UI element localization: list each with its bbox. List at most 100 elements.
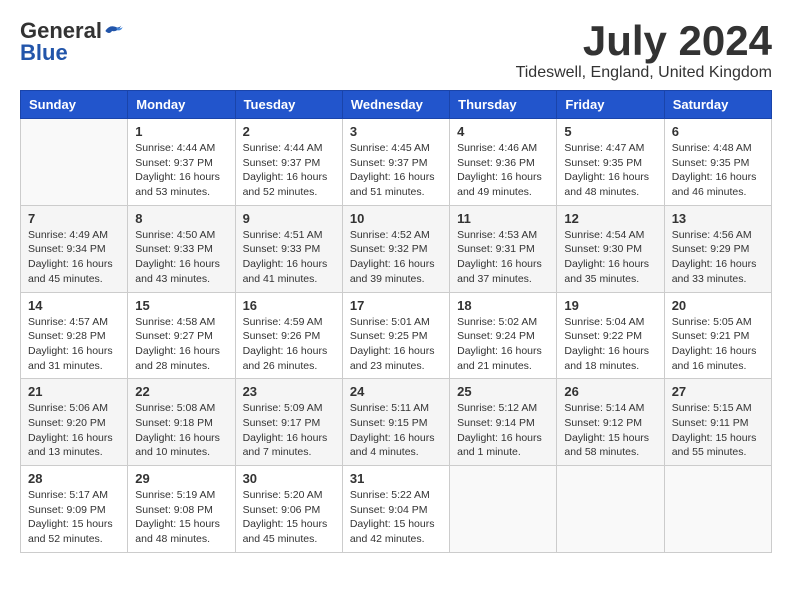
cell-content: Sunrise: 5:19 AM Sunset: 9:08 PM Dayligh…: [135, 488, 227, 547]
day-number: 7: [28, 211, 120, 226]
calendar-cell: 17Sunrise: 5:01 AM Sunset: 9:25 PM Dayli…: [342, 292, 449, 379]
calendar-cell: 9 Sunrise: 4:51 AM Sunset: 9:33 PM Daylig…: [235, 205, 342, 292]
cell-content: Sunrise: 5:01 AM Sunset: 9:25 PM Dayligh…: [350, 315, 442, 374]
calendar-week-3: 14Sunrise: 4:57 AM Sunset: 9:28 PM Dayli…: [21, 292, 772, 379]
calendar-cell: [557, 466, 664, 553]
calendar-cell: 20 Sunrise: 5:05 AM Sunset: 9:21 PM Dayli…: [664, 292, 771, 379]
cell-content: Sunrise: 5:11 AM Sunset: 9:15 PM Dayligh…: [350, 401, 442, 460]
day-number: 16: [243, 298, 335, 313]
cell-content: Sunrise: 4:45 AM Sunset: 9:37 PM Dayligh…: [350, 141, 442, 200]
cell-content: Sunrise: 4:44 AM Sunset: 9:37 PM Dayligh…: [135, 141, 227, 200]
calendar-cell: 29 Sunrise: 5:19 AM Sunset: 9:08 PM Dayli…: [128, 466, 235, 553]
day-number: 18: [457, 298, 549, 313]
cell-content: Sunrise: 5:06 AM Sunset: 9:20 PM Dayligh…: [28, 401, 120, 460]
logo: General Blue: [20, 20, 124, 64]
day-number: 26: [564, 384, 656, 399]
calendar-cell: 8Sunrise: 4:50 AM Sunset: 9:33 PM Daylig…: [128, 205, 235, 292]
day-number: 3: [350, 124, 442, 139]
calendar-cell: 3 Sunrise: 4:45 AM Sunset: 9:37 PM Daylig…: [342, 119, 449, 206]
calendar-cell: 26 Sunrise: 5:14 AM Sunset: 9:12 PM Dayli…: [557, 379, 664, 466]
cell-content: Sunrise: 4:51 AM Sunset: 9:33 PM Dayligh…: [243, 228, 335, 287]
cell-content: Sunrise: 5:14 AM Sunset: 9:12 PM Dayligh…: [564, 401, 656, 460]
cell-content: Sunrise: 5:22 AM Sunset: 9:04 PM Dayligh…: [350, 488, 442, 547]
calendar-cell: 6Sunrise: 4:48 AM Sunset: 9:35 PM Daylig…: [664, 119, 771, 206]
cell-content: Sunrise: 5:04 AM Sunset: 9:22 PM Dayligh…: [564, 315, 656, 374]
calendar-cell: 13Sunrise: 4:56 AM Sunset: 9:29 PM Dayli…: [664, 205, 771, 292]
day-number: 4: [457, 124, 549, 139]
calendar-cell: 28Sunrise: 5:17 AM Sunset: 9:09 PM Dayli…: [21, 466, 128, 553]
cell-content: Sunrise: 4:49 AM Sunset: 9:34 PM Dayligh…: [28, 228, 120, 287]
calendar-header-row: SundayMondayTuesdayWednesdayThursdayFrid…: [21, 91, 772, 119]
calendar-cell: 23Sunrise: 5:09 AM Sunset: 9:17 PM Dayli…: [235, 379, 342, 466]
calendar-cell: 24 Sunrise: 5:11 AM Sunset: 9:15 PM Dayli…: [342, 379, 449, 466]
header-monday: Monday: [128, 91, 235, 119]
calendar-week-2: 7 Sunrise: 4:49 AM Sunset: 9:34 PM Daylig…: [21, 205, 772, 292]
day-number: 1: [135, 124, 227, 139]
cell-content: Sunrise: 4:52 AM Sunset: 9:32 PM Dayligh…: [350, 228, 442, 287]
calendar-cell: 25 Sunrise: 5:12 AM Sunset: 9:14 PM Dayli…: [450, 379, 557, 466]
cell-content: Sunrise: 4:58 AM Sunset: 9:27 PM Dayligh…: [135, 315, 227, 374]
cell-content: Sunrise: 5:20 AM Sunset: 9:06 PM Dayligh…: [243, 488, 335, 547]
logo-blue-text: Blue: [20, 42, 68, 64]
calendar-cell: 18 Sunrise: 5:02 AM Sunset: 9:24 PM Dayli…: [450, 292, 557, 379]
day-number: 5: [564, 124, 656, 139]
location-text: Tideswell, England, United Kingdom: [516, 64, 772, 82]
month-year-title: July 2024: [516, 20, 772, 62]
calendar-cell: 19 Sunrise: 5:04 AM Sunset: 9:22 PM Dayli…: [557, 292, 664, 379]
day-number: 6: [672, 124, 764, 139]
cell-content: Sunrise: 5:15 AM Sunset: 9:11 PM Dayligh…: [672, 401, 764, 460]
header-saturday: Saturday: [664, 91, 771, 119]
header-friday: Friday: [557, 91, 664, 119]
day-number: 21: [28, 384, 120, 399]
calendar-cell: 7 Sunrise: 4:49 AM Sunset: 9:34 PM Daylig…: [21, 205, 128, 292]
calendar-cell: 27 Sunrise: 5:15 AM Sunset: 9:11 PM Dayli…: [664, 379, 771, 466]
calendar-week-4: 21 Sunrise: 5:06 AM Sunset: 9:20 PM Dayli…: [21, 379, 772, 466]
day-number: 31: [350, 471, 442, 486]
day-number: 19: [564, 298, 656, 313]
day-number: 8: [135, 211, 227, 226]
day-number: 11: [457, 211, 549, 226]
title-area: July 2024 Tideswell, England, United Kin…: [516, 20, 772, 82]
cell-content: Sunrise: 5:02 AM Sunset: 9:24 PM Dayligh…: [457, 315, 549, 374]
page-header: General Blue July 2024 Tideswell, Englan…: [20, 20, 772, 82]
cell-content: Sunrise: 4:46 AM Sunset: 9:36 PM Dayligh…: [457, 141, 549, 200]
calendar-cell: 5Sunrise: 4:47 AM Sunset: 9:35 PM Daylig…: [557, 119, 664, 206]
calendar-table: SundayMondayTuesdayWednesdayThursdayFrid…: [20, 90, 772, 553]
calendar-cell: 4 Sunrise: 4:46 AM Sunset: 9:36 PM Daylig…: [450, 119, 557, 206]
calendar-cell: 15 Sunrise: 4:58 AM Sunset: 9:27 PM Dayli…: [128, 292, 235, 379]
day-number: 24: [350, 384, 442, 399]
day-number: 25: [457, 384, 549, 399]
day-number: 9: [243, 211, 335, 226]
header-tuesday: Tuesday: [235, 91, 342, 119]
calendar-cell: [21, 119, 128, 206]
calendar-cell: 1 Sunrise: 4:44 AM Sunset: 9:37 PM Daylig…: [128, 119, 235, 206]
day-number: 30: [243, 471, 335, 486]
day-number: 27: [672, 384, 764, 399]
calendar-week-1: 1 Sunrise: 4:44 AM Sunset: 9:37 PM Daylig…: [21, 119, 772, 206]
calendar-cell: 14Sunrise: 4:57 AM Sunset: 9:28 PM Dayli…: [21, 292, 128, 379]
calendar-cell: 12 Sunrise: 4:54 AM Sunset: 9:30 PM Dayli…: [557, 205, 664, 292]
day-number: 28: [28, 471, 120, 486]
day-number: 29: [135, 471, 227, 486]
calendar-cell: 31 Sunrise: 5:22 AM Sunset: 9:04 PM Dayli…: [342, 466, 449, 553]
cell-content: Sunrise: 4:53 AM Sunset: 9:31 PM Dayligh…: [457, 228, 549, 287]
cell-content: Sunrise: 5:05 AM Sunset: 9:21 PM Dayligh…: [672, 315, 764, 374]
calendar-cell: 11 Sunrise: 4:53 AM Sunset: 9:31 PM Dayli…: [450, 205, 557, 292]
header-wednesday: Wednesday: [342, 91, 449, 119]
calendar-cell: 10 Sunrise: 4:52 AM Sunset: 9:32 PM Dayli…: [342, 205, 449, 292]
day-number: 13: [672, 211, 764, 226]
logo-bird-icon: [104, 22, 124, 40]
cell-content: Sunrise: 4:54 AM Sunset: 9:30 PM Dayligh…: [564, 228, 656, 287]
day-number: 10: [350, 211, 442, 226]
cell-content: Sunrise: 4:57 AM Sunset: 9:28 PM Dayligh…: [28, 315, 120, 374]
cell-content: Sunrise: 5:09 AM Sunset: 9:17 PM Dayligh…: [243, 401, 335, 460]
cell-content: Sunrise: 5:12 AM Sunset: 9:14 PM Dayligh…: [457, 401, 549, 460]
header-sunday: Sunday: [21, 91, 128, 119]
calendar-cell: 16Sunrise: 4:59 AM Sunset: 9:26 PM Dayli…: [235, 292, 342, 379]
day-number: 2: [243, 124, 335, 139]
day-number: 20: [672, 298, 764, 313]
header-thursday: Thursday: [450, 91, 557, 119]
calendar-cell: [450, 466, 557, 553]
day-number: 12: [564, 211, 656, 226]
day-number: 15: [135, 298, 227, 313]
